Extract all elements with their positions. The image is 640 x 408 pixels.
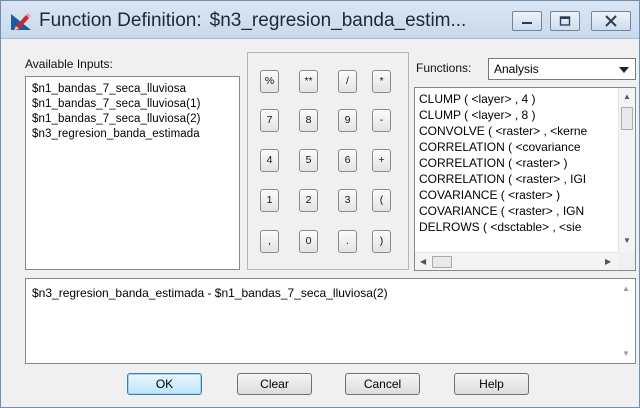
pencil-ruler-icon <box>11 13 31 30</box>
title-prefix: Function Definition: <box>39 10 202 31</box>
maximize-icon <box>559 16 571 26</box>
function-item[interactable]: COVARIANCE ( <raster> ) <box>419 187 615 203</box>
title-expression: $n3_regresion_banda_estim... <box>209 10 467 31</box>
minimize-icon <box>522 22 532 24</box>
ok-button[interactable]: OK <box>127 373 202 395</box>
scroll-right-icon[interactable]: ▶ <box>605 257 611 266</box>
key-0[interactable]: 0 <box>299 230 318 253</box>
function-item[interactable]: CLUMP ( <layer> , 4 ) <box>419 91 615 107</box>
scroll-up-icon[interactable]: ▲ <box>623 92 631 101</box>
functions-vertical-thumb[interactable] <box>621 107 633 130</box>
clear-button[interactable]: Clear <box>237 373 312 395</box>
functions-category-select[interactable]: Analysis <box>488 58 636 80</box>
key-4[interactable]: 4 <box>260 149 279 172</box>
key-3[interactable]: 3 <box>338 189 357 212</box>
window-title: Function Definition: $n3_regresion_banda_… <box>39 8 499 34</box>
minimize-button[interactable] <box>512 11 542 31</box>
input-item[interactable]: $n1_bandas_7_seca_lluviosa <box>32 82 239 97</box>
functions-vertical-scrollbar[interactable]: ▲ ▼ <box>618 88 635 253</box>
expression-textarea[interactable]: $n3_regresion_banda_estimada - $n1_banda… <box>25 278 636 364</box>
functions-horizontal-scrollbar[interactable]: ◀ ▶ <box>415 252 620 270</box>
function-definition-dialog: Function Definition: $n3_regresion_banda_… <box>0 0 640 408</box>
input-item[interactable]: $n1_bandas_7_seca_lluviosa(2) <box>32 112 239 127</box>
functions-horizontal-thumb[interactable] <box>432 256 452 268</box>
key-period[interactable]: . <box>338 230 357 253</box>
chevron-down-icon <box>619 67 629 73</box>
scroll-left-icon[interactable]: ◀ <box>420 257 426 266</box>
function-item[interactable]: DELROWS ( <dsctable> , <sie <box>419 219 615 235</box>
function-item[interactable]: CLUMP ( <layer> , 8 ) <box>419 107 615 123</box>
key-percent[interactable]: % <box>260 70 279 93</box>
input-item[interactable]: $n3_regresion_banda_estimada <box>32 127 239 142</box>
key-open-paren[interactable]: ( <box>372 189 391 212</box>
key-close-paren[interactable]: ) <box>372 230 391 253</box>
key-9[interactable]: 9 <box>338 109 357 132</box>
key-comma[interactable]: , <box>260 230 279 253</box>
expression-text: $n3_regresion_banda_estimada - $n1_banda… <box>32 286 388 300</box>
functions-items: CLUMP ( <layer> , 4 ) CLUMP ( <layer> , … <box>419 91 615 235</box>
key-7[interactable]: 7 <box>260 109 279 132</box>
title-bar[interactable]: Function Definition: $n3_regresion_banda_… <box>1 1 639 39</box>
input-item[interactable]: $n1_bandas_7_seca_lluviosa(1) <box>32 97 239 112</box>
scroll-up-icon[interactable]: ▲ <box>622 284 630 293</box>
close-icon <box>605 15 617 27</box>
key-power[interactable]: ** <box>299 70 318 93</box>
help-button[interactable]: Help <box>454 373 529 395</box>
available-inputs-label: Available Inputs: <box>25 57 113 71</box>
function-item[interactable]: CORRELATION ( <raster> ) <box>419 155 615 171</box>
key-1[interactable]: 1 <box>260 189 279 212</box>
close-button[interactable] <box>591 11 631 31</box>
key-8[interactable]: 8 <box>299 109 318 132</box>
scrollbar-corner <box>618 252 635 270</box>
function-item[interactable]: CORRELATION ( <covariance <box>419 139 615 155</box>
key-plus[interactable]: + <box>372 149 391 172</box>
key-divide[interactable]: / <box>338 70 357 93</box>
scroll-down-icon[interactable]: ▼ <box>623 236 631 245</box>
function-item[interactable]: COVARIANCE ( <raster> , IGN <box>419 203 615 219</box>
functions-label: Functions: <box>416 61 472 75</box>
key-multiply[interactable]: * <box>372 70 391 93</box>
functions-category-value: Analysis <box>494 62 539 76</box>
key-5[interactable]: 5 <box>299 149 318 172</box>
available-inputs-list[interactable]: $n1_bandas_7_seca_lluviosa $n1_bandas_7_… <box>25 76 240 270</box>
key-6[interactable]: 6 <box>338 149 357 172</box>
operator-keypad: % ** / * 7 8 9 - 4 5 6 + 1 2 3 ( , 0 . ) <box>247 52 409 270</box>
functions-list[interactable]: CLUMP ( <layer> , 4 ) CLUMP ( <layer> , … <box>414 87 636 271</box>
key-2[interactable]: 2 <box>299 189 318 212</box>
function-item[interactable]: CONVOLVE ( <raster> , <kerne <box>419 123 615 139</box>
maximize-button[interactable] <box>550 11 580 31</box>
function-item[interactable]: CORRELATION ( <raster> , IGI <box>419 171 615 187</box>
scroll-down-icon[interactable]: ▼ <box>622 349 630 358</box>
cancel-button[interactable]: Cancel <box>345 373 420 395</box>
expression-vertical-scrollbar[interactable]: ▲ ▼ <box>618 279 635 363</box>
key-minus[interactable]: - <box>372 109 391 132</box>
